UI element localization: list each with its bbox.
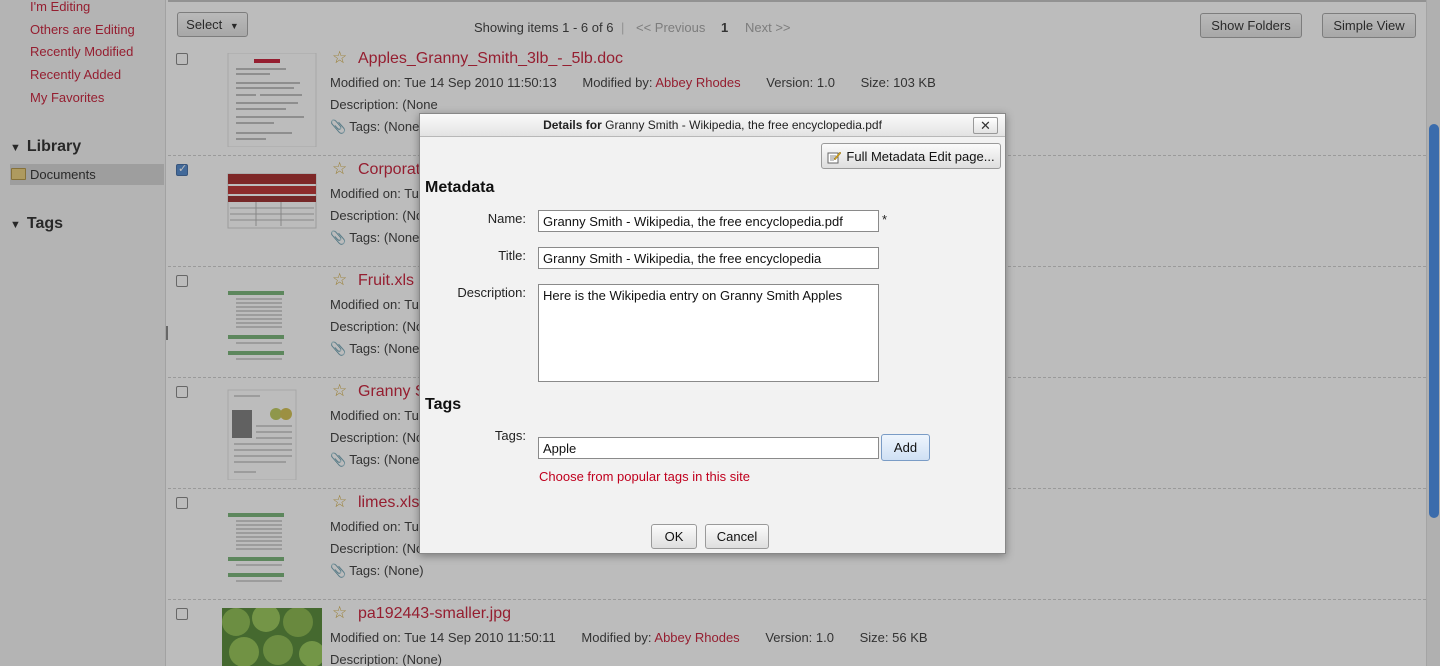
- required-marker: *: [882, 212, 888, 227]
- popular-tags-link[interactable]: Choose from popular tags in this site: [539, 469, 750, 484]
- dialog-title-name: Granny Smith - Wikipedia, the free encyc…: [605, 118, 882, 132]
- dialog-title-bar[interactable]: Details for Granny Smith - Wikipedia, th…: [420, 114, 1005, 137]
- name-label: Name:: [487, 211, 526, 226]
- full-metadata-edit-button[interactable]: Full Metadata Edit page...: [821, 143, 1001, 169]
- edit-metadata-icon: [827, 151, 842, 163]
- title-input[interactable]: [538, 247, 879, 269]
- full-metadata-label: Full Metadata Edit page...: [846, 148, 995, 164]
- details-dialog: Details for Granny Smith - Wikipedia, th…: [419, 113, 1006, 554]
- name-input[interactable]: [538, 210, 879, 232]
- description-field-label: Description:: [457, 285, 526, 300]
- ok-button[interactable]: OK: [651, 524, 697, 549]
- metadata-heading: Metadata: [425, 179, 495, 196]
- tags-field-label: Tags:: [494, 428, 526, 443]
- dialog-title-prefix: Details for: [543, 118, 602, 132]
- tags-section-heading: Tags: [425, 396, 462, 413]
- close-icon: ✕: [980, 118, 991, 133]
- title-label: Title:: [498, 248, 526, 263]
- description-textarea[interactable]: Here is the Wikipedia entry on Granny Sm…: [538, 284, 879, 382]
- cancel-button[interactable]: Cancel: [705, 524, 769, 549]
- add-tag-button[interactable]: Add: [881, 434, 930, 461]
- tags-input[interactable]: [538, 437, 879, 459]
- close-dialog-button[interactable]: ✕: [973, 117, 998, 134]
